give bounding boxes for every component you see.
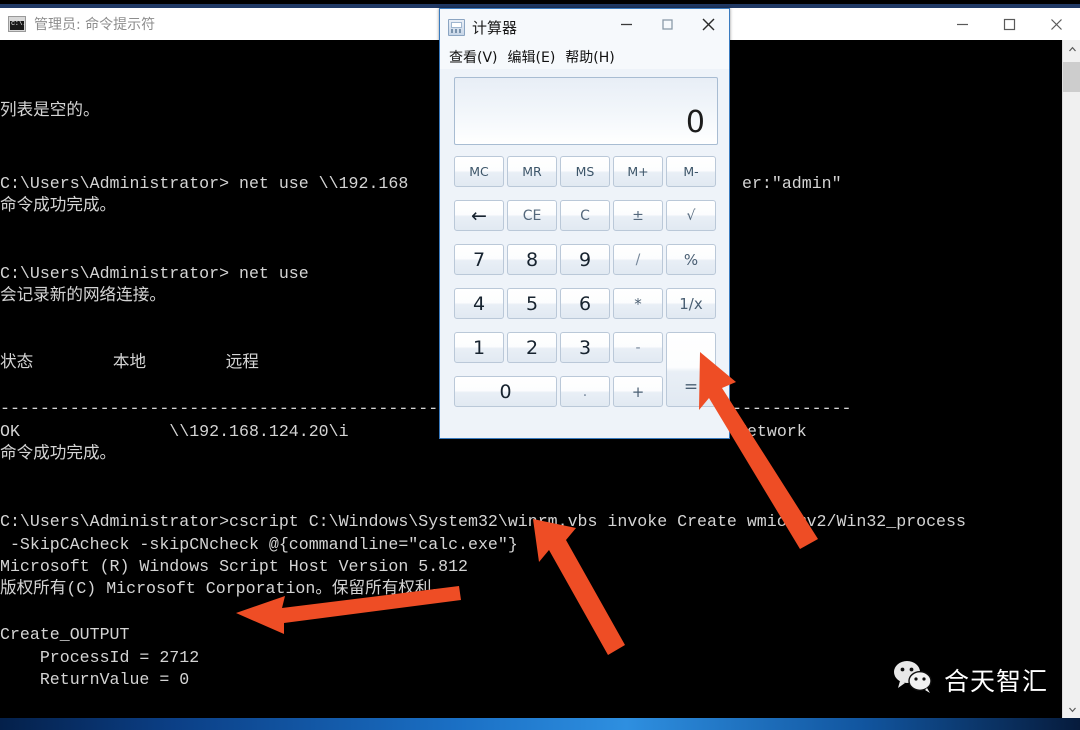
calculator-content: 0 MC MR MS M+ M- ← CE C ± √ 7 8 9/% 4 5 6 * 1/x 1 2 3- = 0. + bbox=[440, 69, 729, 411]
console-line: C:\Users\Administrator> net use bbox=[0, 264, 309, 283]
console-line: Create_OUTPUT bbox=[0, 625, 130, 644]
console-line: 命令成功完成。 bbox=[0, 196, 117, 215]
console-line: 版权所有(C) Microsoft Corporation。保留所有权利。 bbox=[0, 579, 449, 598]
console-line: C:\Users\Administrator>cscript C:\Window… bbox=[0, 512, 966, 531]
key-percent[interactable]: % bbox=[666, 244, 716, 275]
key-6[interactable]: 6 bbox=[560, 288, 610, 319]
scrollbar-up-arrow-icon[interactable] bbox=[1063, 40, 1080, 58]
watermark-label: 合天智汇 bbox=[944, 666, 1049, 696]
key-ms[interactable]: MS bbox=[560, 156, 610, 187]
key-2[interactable]: 2 bbox=[507, 332, 557, 363]
console-line: ------------ bbox=[732, 399, 852, 418]
key-backspace[interactable]: ← bbox=[454, 200, 504, 231]
key-m-minus[interactable]: M- bbox=[666, 156, 716, 187]
key-7[interactable]: 7 bbox=[454, 244, 504, 275]
calculator-window-title: 计算器 bbox=[472, 18, 518, 37]
watermark: 合天智汇 bbox=[893, 660, 1048, 699]
cmd-window-title: 管理员: 命令提示符 bbox=[34, 17, 156, 33]
menu-view[interactable]: 查看(V) bbox=[445, 45, 502, 69]
console-line: 列表是空的。 bbox=[0, 101, 100, 120]
key-sqrt[interactable]: √ bbox=[666, 200, 716, 231]
key-mr[interactable]: MR bbox=[507, 156, 557, 187]
key-c[interactable]: C bbox=[560, 200, 610, 231]
menu-edit[interactable]: 编辑(E) bbox=[504, 45, 560, 69]
console-line: OK \\192.168.124.20\i bbox=[0, 422, 349, 441]
key-subtract[interactable]: - bbox=[613, 332, 663, 363]
windows-taskbar[interactable] bbox=[0, 718, 1080, 730]
console-line: ----------------------------------------… bbox=[0, 399, 439, 418]
wechat-icon bbox=[893, 660, 935, 699]
key-m-plus[interactable]: M+ bbox=[613, 156, 663, 187]
key-decimal[interactable]: . bbox=[560, 376, 610, 407]
key-5[interactable]: 5 bbox=[507, 288, 557, 319]
console-line: C:\Users\Administrator> net use \\192.16… bbox=[0, 174, 409, 193]
cmd-maximize-button[interactable] bbox=[986, 8, 1033, 40]
calculator-display: 0 bbox=[454, 77, 718, 145]
calculator-minimize-button[interactable] bbox=[606, 9, 647, 39]
console-line: 状态 本地 远程 bbox=[0, 353, 259, 372]
console-scrollbar[interactable] bbox=[1062, 40, 1080, 718]
scrollbar-track[interactable] bbox=[1063, 92, 1080, 700]
console-line: Microsoft (R) Windows Script Host Versio… bbox=[0, 557, 469, 576]
key-9[interactable]: 9 bbox=[560, 244, 610, 275]
key-8[interactable]: 8 bbox=[507, 244, 557, 275]
key-equals[interactable]: = bbox=[666, 332, 716, 407]
calculator-window-controls bbox=[606, 9, 729, 45]
scrollbar-thumb[interactable] bbox=[1063, 62, 1080, 92]
key-4[interactable]: 4 bbox=[454, 288, 504, 319]
console-line: 命令成功完成。 bbox=[0, 444, 117, 463]
cmd-console-icon bbox=[8, 16, 26, 32]
calculator-maximize-button[interactable] bbox=[647, 9, 688, 39]
cmd-minimize-button[interactable] bbox=[939, 8, 986, 40]
console-line: -SkipCAcheck -skipCNcheck @{commandline=… bbox=[0, 535, 518, 554]
cmd-close-button[interactable] bbox=[1033, 8, 1080, 40]
key-0[interactable]: 0 bbox=[454, 376, 557, 407]
screen: 管理员: 命令提示符 列表是空的。 C:\Users\Administrator>… bbox=[0, 0, 1080, 730]
calculator-title-bar[interactable]: 计算器 bbox=[440, 9, 729, 45]
key-divide[interactable]: / bbox=[613, 244, 663, 275]
console-line: ReturnValue = 0 bbox=[0, 670, 190, 689]
key-sign[interactable]: ± bbox=[613, 200, 663, 231]
menu-help[interactable]: 帮助(H) bbox=[561, 45, 618, 69]
key-ce[interactable]: CE bbox=[507, 200, 557, 231]
console-line: ProcessId = 2712 bbox=[0, 648, 200, 667]
key-multiply[interactable]: * bbox=[613, 288, 663, 319]
calculator-keypad: MC MR MS M+ M- ← CE C ± √ 7 8 9/% 4 5 6 * 1/x 1 2 3- = 0. + bbox=[454, 156, 718, 407]
calculator-display-value: 0 bbox=[685, 105, 705, 140]
key-add[interactable]: + bbox=[613, 376, 663, 407]
key-mc[interactable]: MC bbox=[454, 156, 504, 187]
calculator-app-icon bbox=[448, 18, 465, 36]
key-reciprocal[interactable]: 1/x bbox=[666, 288, 716, 319]
calculator-menu-bar: 查看(V) 编辑(E) 帮助(H) bbox=[440, 45, 729, 69]
cmd-window-controls bbox=[939, 8, 1080, 40]
key-1[interactable]: 1 bbox=[454, 332, 504, 363]
scrollbar-down-arrow-icon[interactable] bbox=[1063, 700, 1080, 718]
console-line: er:"admin" bbox=[742, 174, 842, 193]
key-3[interactable]: 3 bbox=[560, 332, 610, 363]
console-line: 会记录新的网络连接。 bbox=[0, 286, 166, 305]
console-line: Network bbox=[737, 422, 807, 441]
calculator-window: 计算器 查看(V) 编辑(E) 帮助(H) 0 MC MR MS M+ M- ←… bbox=[439, 8, 730, 439]
calculator-close-button[interactable] bbox=[688, 9, 729, 39]
